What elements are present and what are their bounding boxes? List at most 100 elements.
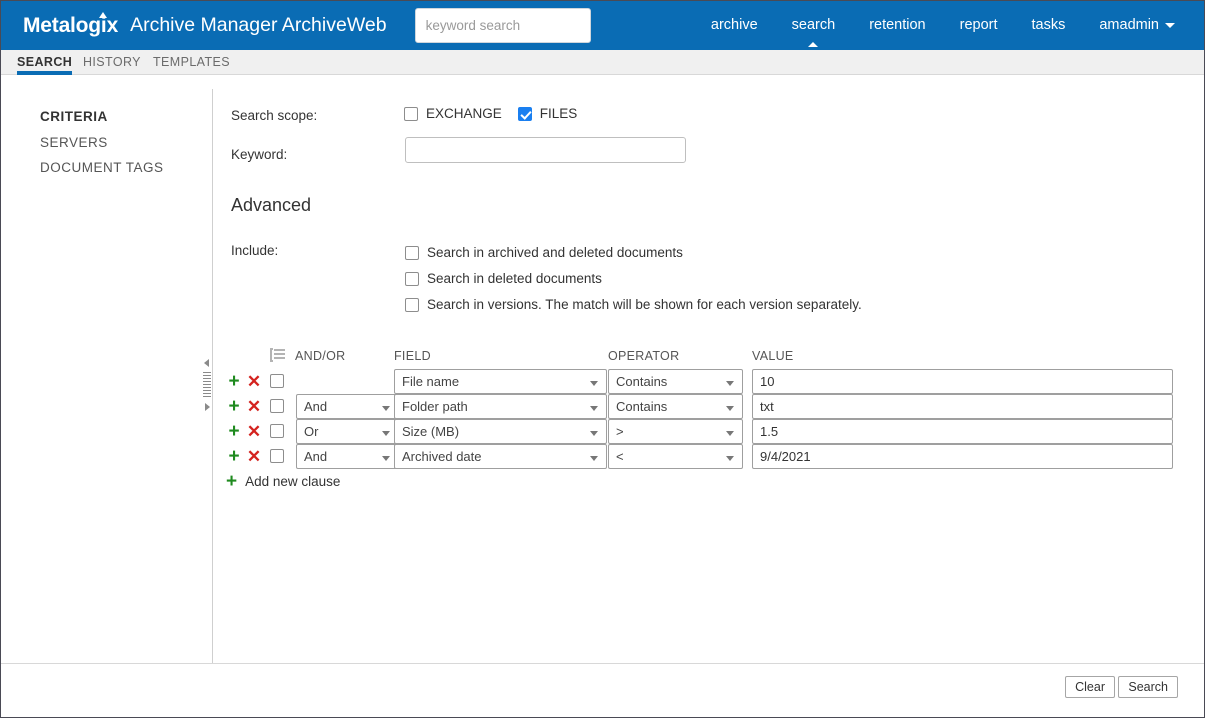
row-value-input[interactable] bbox=[752, 394, 1173, 419]
row-field-select[interactable]: Folder path bbox=[394, 394, 607, 419]
checkbox-search-deleted-label: Search in deleted documents bbox=[427, 271, 602, 286]
checkbox-files[interactable] bbox=[517, 106, 532, 121]
delete-row-icon[interactable]: ✕ bbox=[246, 419, 262, 444]
chevron-down-icon bbox=[590, 406, 598, 411]
tab-search[interactable]: SEARCH bbox=[17, 50, 73, 75]
nav-item-search[interactable]: search bbox=[775, 1, 853, 50]
left-sidebar: CRITERIA SERVERS DOCUMENT TAGS bbox=[1, 76, 212, 664]
sidebar-item-document-tags[interactable]: DOCUMENT TAGS bbox=[40, 160, 164, 175]
bar-glyph bbox=[274, 349, 285, 351]
row-select-checkbox[interactable] bbox=[270, 399, 284, 413]
chevron-down-icon bbox=[726, 431, 734, 436]
main-content: Search scope: EXCHANGE FILES Keyword: Ad… bbox=[212, 76, 1204, 717]
row-field-select[interactable]: File name bbox=[394, 369, 607, 394]
keyword-input[interactable] bbox=[405, 137, 686, 163]
row-value-input[interactable] bbox=[752, 419, 1173, 444]
row-value-input[interactable] bbox=[752, 444, 1173, 469]
nav-item-retention[interactable]: retention bbox=[852, 1, 942, 50]
row-operator-value: < bbox=[616, 449, 624, 464]
add-new-clause-label: Add new clause bbox=[245, 473, 341, 489]
include-label: Include: bbox=[231, 243, 279, 258]
bracket-glyph bbox=[270, 348, 273, 362]
row-field-select[interactable]: Size (MB) bbox=[394, 419, 607, 444]
nav-item-archive[interactable]: archive bbox=[694, 1, 775, 50]
tab-history[interactable]: HISTORY bbox=[83, 50, 141, 75]
checkbox-search-deleted[interactable] bbox=[405, 271, 419, 286]
chevron-down-icon bbox=[726, 456, 734, 461]
add-row-icon[interactable]: + bbox=[226, 369, 242, 394]
search-scope-options: EXCHANGE FILES bbox=[404, 106, 593, 121]
chevron-down-icon bbox=[590, 431, 598, 436]
checkbox-exchange-label: EXCHANGE bbox=[426, 106, 502, 121]
row-operator-select[interactable]: > bbox=[608, 419, 743, 444]
row-andor-select[interactable]: And bbox=[296, 444, 399, 469]
bar-glyph bbox=[274, 353, 285, 355]
column-header-value: VALUE bbox=[752, 349, 794, 363]
row-operator-select[interactable]: < bbox=[608, 444, 743, 469]
collapse-left-icon bbox=[204, 359, 209, 367]
add-row-icon[interactable]: + bbox=[226, 419, 242, 444]
checkbox-search-versions[interactable] bbox=[405, 297, 419, 312]
delete-row-icon[interactable]: ✕ bbox=[246, 444, 262, 469]
row-andor-select[interactable]: And bbox=[296, 394, 399, 419]
column-header-field: FIELD bbox=[394, 349, 431, 363]
row-field-select[interactable]: Archived date bbox=[394, 444, 607, 469]
checkbox-search-archived-deleted[interactable] bbox=[405, 245, 419, 260]
row-field-value: Folder path bbox=[402, 399, 468, 414]
row-andor-select[interactable]: Or bbox=[296, 419, 399, 444]
row-operator-value: Contains bbox=[616, 374, 668, 389]
keyword-label: Keyword: bbox=[231, 147, 288, 162]
search-button[interactable]: Search bbox=[1118, 676, 1178, 698]
tab-templates[interactable]: TEMPLATES bbox=[153, 50, 230, 75]
column-header-andor: AND/OR bbox=[295, 349, 346, 363]
nav-item-report[interactable]: report bbox=[943, 1, 1015, 50]
sidebar-item-criteria[interactable]: CRITERIA bbox=[40, 109, 108, 124]
section-tabbar: SEARCH HISTORY TEMPLATES bbox=[1, 50, 1204, 75]
search-scope-label: Search scope: bbox=[231, 108, 318, 123]
column-header-operator: OPERATOR bbox=[608, 349, 680, 363]
logo-triangle-accent bbox=[99, 11, 108, 18]
row-select-checkbox[interactable] bbox=[270, 424, 284, 438]
nav-item-tasks[interactable]: tasks bbox=[1015, 1, 1083, 50]
checkbox-search-versions-label: Search in versions. The match will be sh… bbox=[427, 297, 862, 312]
sidebar-item-servers[interactable]: SERVERS bbox=[40, 135, 108, 150]
row-field-value: Archived date bbox=[402, 449, 482, 464]
clear-button[interactable]: Clear bbox=[1065, 676, 1115, 698]
primary-nav: archive search retention report tasks am… bbox=[694, 1, 1192, 50]
plus-icon: + bbox=[226, 470, 238, 492]
delete-row-icon[interactable]: ✕ bbox=[246, 394, 262, 419]
top-header-bar: Metalogix Archive Manager ArchiveWeb arc… bbox=[1, 1, 1204, 50]
row-andor-value: And bbox=[304, 449, 328, 464]
checkbox-files-label: FILES bbox=[539, 106, 578, 121]
footer-bar: Clear Search bbox=[1, 663, 1204, 717]
checkbox-search-archived-deleted-label: Search in archived and deleted documents bbox=[427, 245, 683, 260]
row-andor-value: And bbox=[304, 399, 328, 414]
add-row-icon[interactable]: + bbox=[226, 394, 242, 419]
checkbox-exchange[interactable] bbox=[404, 106, 418, 121]
expand-right-icon bbox=[205, 403, 210, 411]
bar-glyph bbox=[274, 357, 285, 359]
include-option-archived-deleted: Search in archived and deleted documents bbox=[405, 245, 683, 260]
page-title: Archive Manager ArchiveWeb bbox=[130, 14, 387, 36]
keyword-search-input[interactable] bbox=[414, 8, 591, 43]
delete-row-icon[interactable]: ✕ bbox=[246, 369, 262, 394]
row-field-value: File name bbox=[402, 374, 460, 389]
row-operator-value: > bbox=[616, 424, 624, 439]
row-field-value: Size (MB) bbox=[402, 424, 460, 439]
user-menu[interactable]: amadmin bbox=[1082, 1, 1192, 50]
add-row-icon[interactable]: + bbox=[226, 444, 242, 469]
archiveweb-page: Metalogix Archive Manager ArchiveWeb arc… bbox=[0, 0, 1205, 718]
row-value-input[interactable] bbox=[752, 369, 1173, 394]
row-operator-select[interactable]: Contains bbox=[608, 394, 743, 419]
row-andor-value: Or bbox=[304, 424, 319, 439]
chevron-down-icon bbox=[382, 456, 390, 461]
user-menu-label: amadmin bbox=[1099, 17, 1159, 33]
add-new-clause-button[interactable]: + Add new clause bbox=[212, 469, 340, 493]
chevron-down-icon bbox=[726, 381, 734, 386]
row-select-checkbox[interactable] bbox=[270, 374, 284, 388]
include-option-versions: Search in versions. The match will be sh… bbox=[405, 297, 862, 312]
list-menu-icon[interactable] bbox=[270, 348, 286, 362]
row-select-checkbox[interactable] bbox=[270, 449, 284, 463]
row-operator-select[interactable]: Contains bbox=[608, 369, 743, 394]
grip-dots-icon bbox=[203, 372, 211, 398]
